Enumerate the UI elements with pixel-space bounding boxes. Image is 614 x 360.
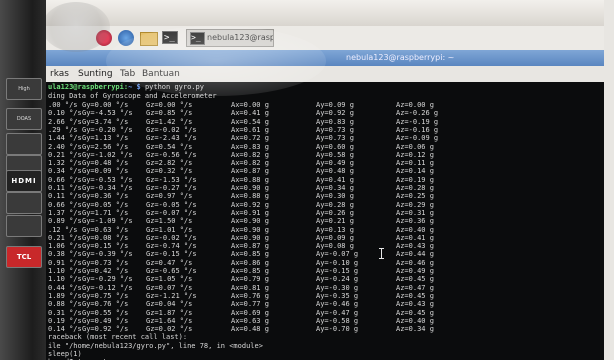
taskbar: >_ >_ nebula123@raspberr... xyxy=(46,26,604,51)
taskbar-terminal-label: nebula123@raspberr... xyxy=(207,33,273,42)
terminal-icon: >_ xyxy=(190,32,205,45)
taskbar-terminal-window[interactable]: >_ nebula123@raspberr... xyxy=(186,29,274,47)
prompt-path: ~ $ xyxy=(128,83,141,91)
menu-help[interactable]: Bantuan xyxy=(142,66,180,82)
menu-edit[interactable]: Sunting xyxy=(78,66,113,82)
menu-file[interactable]: rkas xyxy=(50,66,69,82)
monitor-bezel-left: High Contrast DOAS HDMI TCL xyxy=(0,0,46,360)
menu-tab[interactable]: Tab xyxy=(120,66,135,82)
sticker-hdmi: HDMI xyxy=(6,170,42,192)
sticker xyxy=(6,133,42,155)
terminal-output[interactable]: ula123@raspberrypi:~ $ python gyro.py di… xyxy=(46,82,604,360)
output-header: ding Data of Gyroscope and Accelerometer xyxy=(48,92,217,100)
sensor-cell: Ax=0.48 g xyxy=(231,325,269,334)
screen: >_ >_ nebula123@raspberr... nebula123@ra… xyxy=(46,26,604,360)
sticker-doas: DOAS xyxy=(6,108,42,130)
window-title: nebula123@raspberrypi: ~ xyxy=(346,53,455,62)
browser-icon[interactable] xyxy=(118,30,134,46)
sensor-cell: Az=0.34 g xyxy=(396,325,434,334)
folder-icon[interactable] xyxy=(140,32,158,46)
sticker-tcl: TCL xyxy=(6,246,42,268)
sticker-high-contrast: High Contrast xyxy=(6,78,42,100)
window-titlebar[interactable]: nebula123@raspberrypi: ~ xyxy=(46,50,604,66)
sticker xyxy=(6,215,42,237)
prompt-line: ula123@raspberrypi:~ $ python gyro.py xyxy=(48,83,204,92)
monitor-bezel-right xyxy=(604,0,614,360)
menubar: rkas Sunting Tab Bantuan xyxy=(46,66,604,82)
prompt-user: ula123@raspberrypi: xyxy=(48,83,129,91)
camera-reflection xyxy=(42,2,110,52)
text-cursor-icon xyxy=(379,248,384,259)
terminal-launcher-icon[interactable]: >_ xyxy=(162,31,178,44)
sticker xyxy=(6,192,42,214)
sensor-cell: Ay=-0.70 g xyxy=(316,325,359,334)
prompt-command: python gyro.py xyxy=(144,83,204,91)
